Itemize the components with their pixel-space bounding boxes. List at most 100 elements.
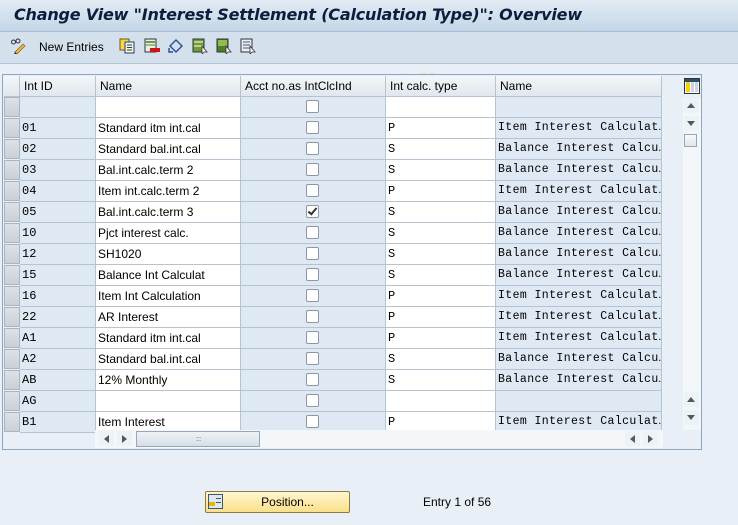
acct-no-as-intclcind-checkbox[interactable] — [306, 247, 319, 260]
cell-int-calc-type[interactable]: S — [386, 160, 496, 181]
new-entries-button[interactable]: New Entries — [39, 40, 104, 54]
cell-int-calc-type[interactable]: S — [386, 223, 496, 244]
cell-int-calc-type[interactable]: S — [386, 244, 496, 265]
acct-no-as-intclcind-checkbox[interactable] — [306, 100, 319, 113]
column-header-acct-no-as-intclcind[interactable]: Acct no.as IntClcInd — [241, 76, 386, 97]
acct-no-as-intclcind-checkbox[interactable] — [306, 289, 319, 302]
cell-int-calc-type[interactable]: S — [386, 370, 496, 391]
row-selector[interactable] — [4, 202, 20, 222]
cell-calc-type-name: Balance Interest Calcu… — [496, 265, 662, 286]
row-selector[interactable] — [4, 244, 20, 264]
cell-name[interactable]: Bal.int.calc.term 2 — [96, 160, 241, 181]
cell-name[interactable]: Bal.int.calc.term 3 — [96, 202, 241, 223]
acct-no-as-intclcind-checkbox[interactable] — [306, 373, 319, 386]
table-settings-icon[interactable] — [684, 78, 700, 94]
cell-name[interactable]: 12% Monthly — [96, 370, 241, 391]
cell-int-calc-type[interactable] — [386, 391, 496, 412]
acct-no-as-intclcind-checkbox[interactable] — [306, 310, 319, 323]
column-header-int-calc-type[interactable]: Int calc. type — [386, 76, 496, 97]
cell-name[interactable]: Standard itm int.cal — [96, 118, 241, 139]
cell-calc-type-name: Balance Interest Calcu… — [496, 223, 662, 244]
position-button[interactable]: Position... — [205, 491, 350, 513]
vertical-scroll-thumb[interactable] — [684, 134, 697, 147]
arrow-left-icon — [630, 435, 635, 443]
row-selector[interactable] — [4, 223, 20, 243]
column-header-int-id[interactable]: Int ID — [20, 76, 96, 97]
deselect-all-icon[interactable] — [240, 38, 256, 55]
acct-no-as-intclcind-checkbox[interactable] — [306, 142, 319, 155]
column-header-name[interactable]: Name — [96, 76, 241, 97]
row-selector[interactable] — [4, 181, 20, 201]
row-selector[interactable] — [4, 328, 20, 348]
scroll-down-button[interactable] — [684, 410, 699, 425]
row-selector[interactable] — [4, 118, 20, 138]
acct-no-as-intclcind-checkbox[interactable] — [306, 394, 319, 407]
cell-name[interactable]: Item int.calc.term 2 — [96, 181, 241, 202]
cell-int-calc-type[interactable]: P — [386, 328, 496, 349]
cell-name[interactable]: Pjct interest calc. — [96, 223, 241, 244]
cell-acct-no-as-intclcind — [241, 349, 386, 370]
cell-name[interactable]: AR Interest — [96, 307, 241, 328]
row-selector[interactable] — [4, 349, 20, 369]
horizontal-scroll-thumb[interactable]: ::: — [136, 431, 260, 447]
cell-int-calc-type[interactable]: P — [386, 307, 496, 328]
cell-int-id: A1 — [20, 328, 96, 349]
cell-name[interactable]: SH1020 — [96, 244, 241, 265]
cell-int-calc-type[interactable] — [386, 97, 496, 118]
cell-int-calc-type[interactable]: P — [386, 118, 496, 139]
arrow-right-icon — [648, 435, 653, 443]
delete-icon[interactable] — [144, 38, 160, 54]
acct-no-as-intclcind-checkbox[interactable] — [306, 184, 319, 197]
acct-no-as-intclcind-checkbox[interactable] — [306, 121, 319, 134]
cell-int-id: 02 — [20, 139, 96, 160]
cell-name[interactable] — [96, 391, 241, 412]
row-selector[interactable] — [4, 307, 20, 327]
cell-acct-no-as-intclcind — [241, 370, 386, 391]
row-selector[interactable] — [4, 412, 20, 432]
cell-int-calc-type[interactable]: S — [386, 349, 496, 370]
acct-no-as-intclcind-checkbox[interactable] — [306, 415, 319, 428]
acct-no-as-intclcind-checkbox[interactable] — [306, 226, 319, 239]
scroll-page-up-button[interactable] — [684, 392, 699, 407]
scroll-up-button[interactable] — [684, 98, 699, 113]
column-header-calc-type-name[interactable]: Name — [496, 76, 662, 97]
acct-no-as-intclcind-checkbox[interactable] — [306, 352, 319, 365]
cell-name[interactable]: Standard itm int.cal — [96, 328, 241, 349]
cell-int-calc-type[interactable]: S — [386, 139, 496, 160]
cell-int-calc-type[interactable]: S — [386, 202, 496, 223]
display-change-toggle-icon[interactable] — [10, 38, 26, 55]
row-selector[interactable] — [4, 286, 20, 306]
row-selector[interactable] — [4, 370, 20, 390]
position-button-label: Position... — [261, 495, 314, 509]
cell-name[interactable]: Standard bal.int.cal — [96, 139, 241, 160]
acct-no-as-intclcind-checkbox[interactable] — [306, 331, 319, 344]
horizontal-scrollbar[interactable]: ::: — [95, 430, 663, 448]
cell-int-id: 22 — [20, 307, 96, 328]
cell-int-calc-type[interactable]: P — [386, 181, 496, 202]
row-selector[interactable] — [4, 265, 20, 285]
scroll-right-button[interactable] — [117, 431, 132, 446]
select-all-rows-corner[interactable] — [4, 76, 20, 97]
scroll-page-down-button[interactable] — [684, 116, 699, 131]
scroll-left-button[interactable] — [99, 431, 114, 446]
cell-name[interactable] — [96, 97, 241, 118]
acct-no-as-intclcind-checkbox[interactable] — [306, 205, 319, 218]
row-selector[interactable] — [4, 97, 20, 117]
copy-as-icon[interactable] — [119, 38, 135, 54]
cell-name[interactable]: Standard bal.int.cal — [96, 349, 241, 370]
select-block-icon[interactable] — [216, 38, 232, 55]
scroll-right-end-button[interactable] — [643, 431, 658, 446]
acct-no-as-intclcind-checkbox[interactable] — [306, 268, 319, 281]
row-selector[interactable] — [4, 391, 20, 411]
cell-name[interactable]: Balance Int Calculat — [96, 265, 241, 286]
cell-name[interactable]: Item Int Calculation — [96, 286, 241, 307]
select-all-icon[interactable] — [192, 38, 208, 55]
vertical-scrollbar[interactable] — [683, 98, 701, 430]
cell-int-calc-type[interactable]: P — [386, 286, 496, 307]
cell-int-calc-type[interactable]: S — [386, 265, 496, 286]
scroll-left-end-button[interactable] — [625, 431, 640, 446]
acct-no-as-intclcind-checkbox[interactable] — [306, 163, 319, 176]
row-selector[interactable] — [4, 160, 20, 180]
undo-change-icon[interactable] — [168, 38, 184, 54]
row-selector[interactable] — [4, 139, 20, 159]
